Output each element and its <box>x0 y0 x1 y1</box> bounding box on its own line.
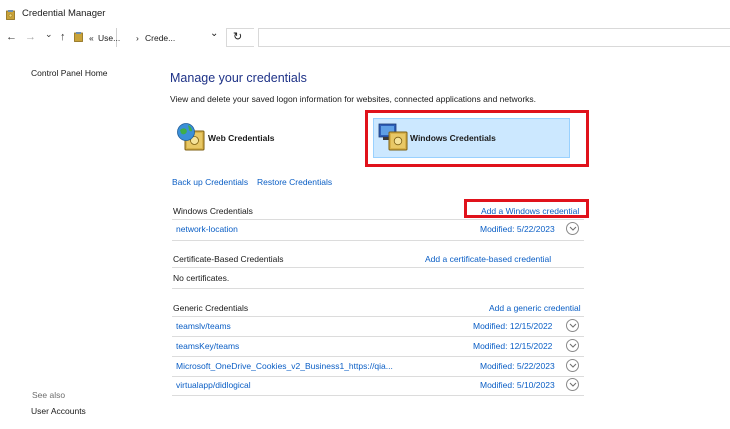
modified-date: Modified: 12/15/2022 <box>473 321 553 331</box>
forward-arrow-icon[interactable]: → <box>25 29 36 45</box>
folder-icon <box>74 32 83 44</box>
add-generic-credential-link[interactable]: Add a generic credential <box>489 303 581 313</box>
expand-chevron-icon[interactable] <box>566 339 579 352</box>
divider <box>172 316 584 317</box>
divider <box>172 395 584 396</box>
web-credentials-tab[interactable]: Web Credentials <box>208 133 274 143</box>
expand-chevron-icon[interactable] <box>566 319 579 332</box>
control-panel-home-link[interactable]: Control Panel Home <box>31 68 108 78</box>
user-accounts-link[interactable]: User Accounts <box>31 406 86 416</box>
expand-chevron-icon[interactable] <box>566 359 579 372</box>
backup-credentials-link[interactable]: Back up Credentials <box>172 177 248 187</box>
divider <box>172 356 584 357</box>
windows-credentials-section-title: Windows Credentials <box>173 206 253 216</box>
recent-locations-chevron-icon[interactable]: ⌄ <box>45 26 53 42</box>
refresh-icon[interactable]: ↻ <box>233 30 242 43</box>
add-certificate-credential-link[interactable]: Add a certificate-based credential <box>425 254 551 264</box>
modified-date: Modified: 5/22/2023 <box>480 361 555 371</box>
modified-date: Modified: 5/22/2023 <box>480 224 555 234</box>
expand-chevron-icon[interactable] <box>566 378 579 391</box>
no-certificates-text: No certificates. <box>173 273 230 283</box>
breadcrumb-user-accounts[interactable]: Use... <box>98 33 120 43</box>
expand-chevron-icon[interactable] <box>566 222 579 235</box>
annotation-highlight-box <box>365 110 589 167</box>
up-arrow-icon[interactable]: ↑ <box>60 29 66 45</box>
divider <box>172 288 584 289</box>
divider <box>172 376 584 377</box>
see-also-label: See also <box>32 390 66 400</box>
certificate-credentials-section-title: Certificate-Based Credentials <box>173 254 284 264</box>
window-title: Credential Manager <box>22 8 106 19</box>
divider <box>172 240 584 241</box>
restore-credentials-link[interactable]: Restore Credentials <box>257 177 332 187</box>
web-credentials-icon <box>176 122 206 154</box>
breadcrumb-separator: › <box>136 33 139 43</box>
page-description: View and delete your saved logon informa… <box>170 94 537 104</box>
breadcrumb-overflow[interactable]: « <box>89 33 94 43</box>
credential-manager-icon <box>6 10 15 20</box>
list-item-teamskey[interactable]: teamsKey/teams <box>176 341 239 351</box>
annotation-highlight-box <box>464 199 589 218</box>
modified-date: Modified: 5/10/2023 <box>480 380 555 390</box>
list-item-onedrive-cookies[interactable]: Microsoft_OneDrive_Cookies_v2_Business1_… <box>176 361 393 371</box>
divider <box>172 219 584 220</box>
divider <box>172 267 584 268</box>
generic-credentials-section-title: Generic Credentials <box>173 303 249 313</box>
address-dropdown-icon[interactable]: ⌄ <box>210 28 218 39</box>
title-bar <box>0 0 730 28</box>
divider <box>172 336 584 337</box>
back-arrow-icon[interactable]: ← <box>6 29 17 45</box>
list-item-virtualapp[interactable]: virtualapp/didlogical <box>176 380 251 390</box>
page-title: Manage your credentials <box>170 71 307 85</box>
list-item-network-location[interactable]: network-location <box>176 224 238 234</box>
breadcrumb-credential-manager[interactable]: Crede... <box>145 33 175 43</box>
modified-date: Modified: 12/15/2022 <box>473 341 553 351</box>
search-input[interactable] <box>258 28 730 47</box>
list-item-teamslv[interactable]: teamslv/teams <box>176 321 231 331</box>
